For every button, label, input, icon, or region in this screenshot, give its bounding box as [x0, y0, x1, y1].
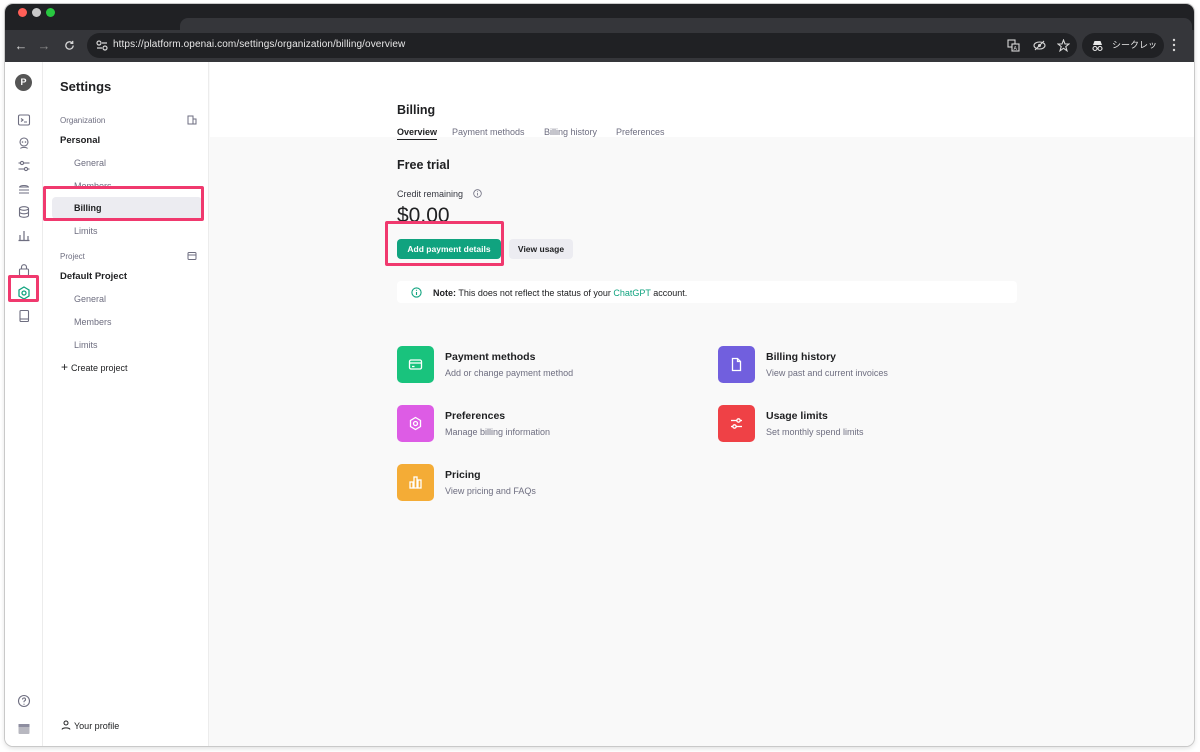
- sidebar-item-org-limits[interactable]: Limits: [74, 226, 98, 236]
- incognito-badge[interactable]: シークレット: [1082, 33, 1164, 75]
- usage-chart-icon[interactable]: [17, 228, 31, 242]
- your-profile-label: Your profile: [74, 721, 120, 731]
- bar-chart-icon: [409, 476, 422, 489]
- forward-arrow-icon[interactable]: →: [35, 37, 53, 55]
- card-title: Payment methods: [445, 351, 536, 363]
- page-title: Billing: [397, 103, 436, 117]
- sidebar-item-org-general[interactable]: General: [74, 158, 106, 168]
- tab-billing-history[interactable]: Billing history: [544, 127, 597, 137]
- site-settings-icon[interactable]: [96, 40, 108, 51]
- user-icon: [61, 720, 71, 730]
- card-description: Add or change payment method: [445, 368, 574, 378]
- bookmark-star-icon[interactable]: [1057, 39, 1070, 52]
- tab-overview[interactable]: Overview: [397, 127, 438, 140]
- icon-rail: P: [5, 62, 43, 746]
- sidebar-item-project-members[interactable]: Members: [74, 317, 112, 327]
- translate-icon[interactable]: A: [1007, 39, 1020, 52]
- note-body: This does not reflect the status of your: [456, 288, 614, 298]
- card-usage-limits[interactable]: Usage limits Set monthly spend limits: [718, 405, 1018, 445]
- terminal-icon[interactable]: [17, 113, 31, 127]
- sidebar-title: Settings: [60, 79, 112, 94]
- avatar[interactable]: P: [15, 74, 32, 91]
- card-description: View past and current invoices: [766, 368, 888, 378]
- card-description: Manage billing information: [445, 427, 551, 437]
- card-pricing[interactable]: Pricing View pricing and FAQs: [397, 464, 697, 504]
- sidebar-section-project: Project: [60, 252, 85, 261]
- gear-icon: [409, 416, 422, 431]
- browser-tab[interactable]: [180, 18, 1192, 30]
- document-icon: [731, 357, 742, 372]
- browser-toolbar: ← → https://platform.openai.com/settings…: [5, 30, 1194, 75]
- building-icon: [187, 115, 197, 125]
- card-title: Pricing: [445, 469, 481, 481]
- create-project-label: Create project: [71, 363, 128, 373]
- sidebar-group-default-project: Default Project: [60, 271, 128, 282]
- free-trial-title: Free trial: [397, 158, 450, 172]
- eye-off-icon[interactable]: [1033, 39, 1046, 52]
- tune-icon[interactable]: [17, 159, 31, 173]
- card-title: Preferences: [445, 410, 506, 422]
- create-project-button[interactable]: + Create project: [61, 360, 128, 374]
- incognito-icon: [1092, 41, 1103, 52]
- note-text: Note: This does not reflect the status o…: [433, 288, 687, 298]
- info-icon[interactable]: [473, 189, 482, 198]
- card-description: Set monthly spend limits: [766, 427, 864, 437]
- sidebar-group-personal: Personal: [60, 135, 101, 146]
- card-billing-history[interactable]: Billing history View past and current in…: [718, 346, 1018, 386]
- title-bar: [5, 4, 1194, 30]
- sidebar-item-project-general[interactable]: General: [74, 294, 106, 304]
- archive-box-icon: [187, 252, 197, 260]
- card-payment-methods[interactable]: Payment methods Add or change payment me…: [397, 346, 697, 386]
- window-minimize-button[interactable]: [32, 8, 41, 17]
- usage-limits-icon-tile: [718, 405, 755, 442]
- sliders-icon: [731, 418, 742, 429]
- url-text[interactable]: https://platform.openai.com/settings/org…: [113, 39, 405, 50]
- pricing-icon-tile: [397, 464, 434, 501]
- address-bar[interactable]: https://platform.openai.com/settings/org…: [87, 33, 1077, 58]
- billing-history-icon-tile: [718, 346, 755, 383]
- window-close-button[interactable]: [18, 8, 27, 17]
- sidebar-toggle-icon[interactable]: [17, 722, 31, 736]
- back-arrow-icon[interactable]: ←: [12, 37, 30, 55]
- help-icon[interactable]: [17, 694, 31, 708]
- card-preferences[interactable]: Preferences Manage billing information: [397, 405, 697, 445]
- plus-icon: +: [61, 360, 69, 374]
- highlight-box-add-payment: [385, 221, 504, 266]
- browser-menu-icon[interactable]: [1172, 38, 1176, 52]
- your-profile-button[interactable]: Your profile: [61, 720, 119, 731]
- tab-payment-methods[interactable]: Payment methods: [452, 127, 525, 137]
- sidebar-item-project-limits[interactable]: Limits: [74, 340, 98, 350]
- database-icon[interactable]: [17, 205, 31, 219]
- storage-icon[interactable]: [17, 182, 31, 196]
- note-banner: Note: This does not reflect the status o…: [397, 281, 1017, 303]
- credit-remaining-label: Credit remaining: [397, 189, 464, 199]
- docs-book-icon[interactable]: [17, 309, 31, 323]
- credit-card-icon: [408, 359, 423, 370]
- tab-preferences[interactable]: Preferences: [616, 127, 665, 137]
- note-suffix: account.: [650, 288, 688, 298]
- preferences-icon-tile: [397, 405, 434, 442]
- sidebar-section-organization: Organization: [60, 116, 106, 125]
- browser-window: ← → https://platform.openai.com/settings…: [5, 4, 1194, 746]
- svg-text:A: A: [1014, 46, 1018, 52]
- assistant-icon[interactable]: [17, 136, 31, 150]
- card-title: Usage limits: [766, 410, 828, 422]
- settings-sidebar: Settings Organization Personal General M…: [43, 62, 209, 746]
- reload-icon[interactable]: [60, 37, 78, 55]
- billing-header: [210, 62, 1194, 137]
- payment-methods-icon-tile: [397, 346, 434, 383]
- chatgpt-link[interactable]: ChatGPT: [613, 288, 650, 298]
- info-circle-icon: [411, 287, 422, 298]
- card-description: View pricing and FAQs: [445, 486, 536, 496]
- card-title: Billing history: [766, 351, 837, 363]
- note-prefix: Note:: [433, 288, 456, 298]
- main-content: Billing Overview Payment methods Billing…: [210, 62, 1194, 746]
- window-maximize-button[interactable]: [46, 8, 55, 17]
- highlight-box-billing-nav: [43, 186, 204, 221]
- view-usage-button[interactable]: View usage: [509, 239, 573, 259]
- highlight-box-settings-icon: [8, 275, 39, 302]
